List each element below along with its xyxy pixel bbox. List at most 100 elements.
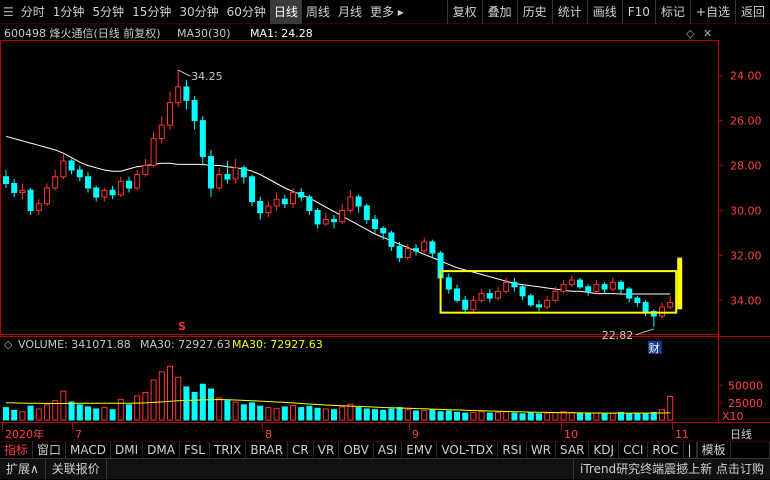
related-quote-button[interactable]: 关联报价	[46, 458, 107, 480]
candle-body	[519, 286, 526, 297]
volume-bar	[134, 395, 141, 421]
candle-body	[577, 279, 583, 288]
tool-button-1[interactable]: 叠加	[481, 0, 517, 24]
indicator-tab-14[interactable]: RSI	[498, 441, 527, 459]
volume-bar	[216, 397, 223, 421]
volume-bar	[363, 408, 370, 421]
indicator-tab-6[interactable]: TRIX	[210, 441, 247, 459]
volume-icon[interactable]: ◇	[4, 338, 13, 351]
volume-bar	[527, 412, 534, 421]
indicator-tab-5[interactable]: FSL	[180, 441, 210, 459]
volume-bar	[568, 411, 575, 421]
volume-bar	[273, 407, 280, 421]
candle-body	[601, 284, 608, 290]
candle-body	[85, 176, 91, 189]
volume-value: VOLUME: 341071.88	[18, 338, 131, 351]
volume-bar	[404, 409, 411, 421]
volume-bar	[199, 383, 206, 421]
indicator-tab-19[interactable]: ROC	[648, 441, 684, 459]
template-button[interactable]: 模板	[696, 441, 731, 459]
period-tab-1[interactable]: 1分钟	[49, 0, 89, 24]
period-tab-0[interactable]: 分时	[17, 0, 49, 24]
period-tab-3[interactable]: 15分钟	[128, 0, 175, 24]
indicator-tab-9[interactable]: VR	[314, 441, 340, 459]
indicator-tab-18[interactable]: CCI	[619, 441, 649, 459]
grid-menu-icon[interactable]: ☰	[0, 0, 17, 24]
high-pointer	[177, 69, 191, 77]
indicator-next-icon[interactable]: |	[684, 441, 697, 459]
candle-body	[470, 299, 477, 310]
date-label: 7	[75, 428, 82, 441]
price-frame	[0, 40, 719, 335]
indicator-tab-3[interactable]: DMI	[111, 441, 144, 459]
volume-bar	[462, 412, 469, 421]
indicator-tab-11[interactable]: ASI	[374, 441, 403, 459]
cai-badge: 财	[649, 341, 660, 355]
candle-body	[19, 189, 26, 193]
ma1-label: MA1: 24.28	[250, 27, 313, 40]
tool-button-8[interactable]: 返回	[734, 0, 770, 24]
period-tab-6[interactable]: 日线	[269, 0, 302, 24]
tool-button-3[interactable]: 统计	[551, 0, 587, 24]
candle-body	[626, 288, 633, 299]
tool-button-6[interactable]: 标记	[654, 0, 690, 24]
promo-link[interactable]: iTrend研究终端震撼上新 点击订购	[573, 458, 770, 480]
indicator-tab-10[interactable]: OBV	[339, 441, 374, 459]
volume-bar	[68, 401, 75, 421]
indicator-tab-12[interactable]: EMV	[402, 441, 438, 459]
volume-bar	[85, 406, 91, 421]
volume-bar	[183, 386, 190, 421]
volume-header: ◇ VOLUME: 341071.88 MA30: 72927.63 MA30:…	[4, 338, 323, 351]
candle-body	[44, 187, 50, 205]
indicator-tab-15[interactable]: WR	[527, 441, 557, 459]
volume-multiplier: X10	[722, 410, 744, 423]
volume-bar	[76, 404, 83, 421]
volume-bar	[478, 411, 485, 421]
indicator-tab-16[interactable]: SAR	[556, 441, 590, 459]
period-tab-9[interactable]: 更多 ▸	[366, 0, 408, 24]
tool-button-4[interactable]: 画线	[586, 0, 622, 24]
date-label: 9	[412, 428, 419, 441]
volume-bar	[552, 411, 559, 421]
tool-button-2[interactable]: 历史	[516, 0, 552, 24]
candle-body	[150, 138, 157, 167]
candle-body	[339, 209, 346, 223]
expand-button[interactable]: 扩展∧	[0, 458, 46, 480]
indicator-tab-2[interactable]: MACD	[66, 441, 112, 459]
volume-bar	[421, 409, 428, 421]
indicator-tab-13[interactable]: VOL-TDX	[437, 441, 499, 459]
candle-body	[544, 299, 551, 308]
volume-bar	[388, 408, 395, 421]
diamond-icon[interactable]: ◇	[686, 27, 695, 40]
volume-bar	[519, 413, 526, 421]
volume-bar	[175, 376, 182, 421]
indicator-tab-17[interactable]: KDJ	[589, 441, 620, 459]
volume-bar	[486, 412, 493, 421]
volume-bar	[158, 371, 165, 421]
volume-bar	[191, 391, 198, 421]
tool-button-0[interactable]: 复权	[446, 0, 482, 24]
candle-body	[142, 165, 149, 176]
indicator-tab-7[interactable]: BRAR	[246, 441, 289, 459]
breakout-marker	[677, 257, 683, 310]
candle-body	[388, 232, 395, 247]
tool-button-5[interactable]: F10	[621, 0, 655, 24]
volume-bar	[265, 407, 272, 421]
period-tab-5[interactable]: 60分钟	[223, 0, 270, 24]
period-tab-8[interactable]: 月线	[334, 0, 366, 24]
tool-button-7[interactable]: +自选	[689, 0, 735, 24]
period-tab-7[interactable]: 周线	[302, 0, 334, 24]
volume-bar	[11, 409, 18, 421]
candle-body	[618, 281, 624, 290]
close-icon[interactable]: ✕	[703, 27, 712, 40]
indicator-tab-8[interactable]: CR	[288, 441, 314, 459]
indicator-tab-4[interactable]: DMA	[143, 441, 180, 459]
volume-bar	[413, 410, 419, 421]
candle-body	[35, 203, 42, 211]
indicator-tab-1[interactable]: 窗口	[33, 441, 67, 459]
volume-bar	[380, 409, 387, 421]
period-tab-2[interactable]: 5分钟	[88, 0, 128, 24]
period-tab-4[interactable]: 30分钟	[175, 0, 222, 24]
indicator-tab-0[interactable]: 指标	[0, 441, 34, 459]
volume-bar	[322, 408, 329, 421]
